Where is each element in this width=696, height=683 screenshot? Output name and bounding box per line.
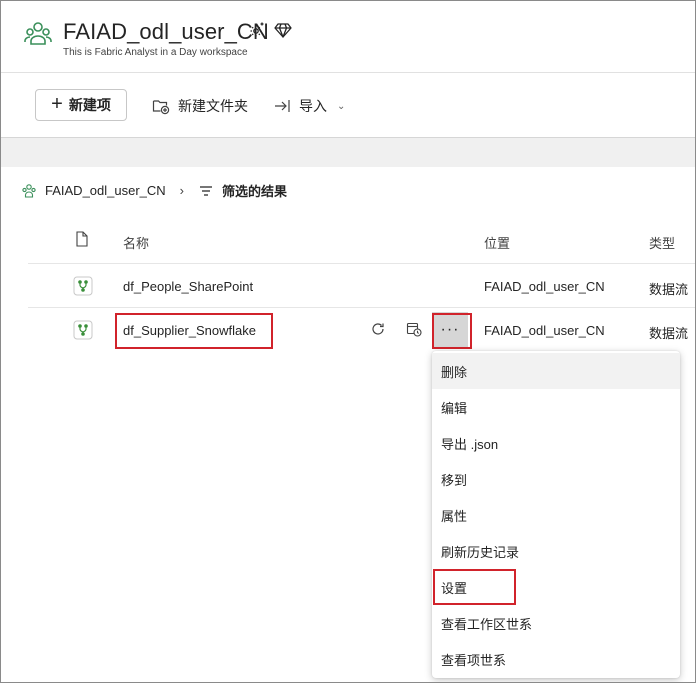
chevron-right-icon: › [179, 183, 185, 198]
filter-lines-icon [200, 185, 213, 196]
menu-item-view-item-lineage[interactable]: 查看项世系 [432, 641, 680, 677]
item-location: FAIAD_odl_user_CN [484, 279, 605, 294]
new-folder-icon [152, 100, 170, 115]
breadcrumb: FAIAD_odl_user_CN › 筛选的结果 [21, 181, 287, 200]
new-item-label: 新建项 [68, 97, 111, 113]
refresh-icon[interactable] [370, 321, 386, 337]
menu-item-edit[interactable]: 编辑 [432, 389, 680, 425]
workspace-header: FAIAD_odl_user_CN This is Fabric Analyst… [1, 1, 695, 73]
dataflow-icon [73, 320, 93, 340]
workspace-people-icon [24, 22, 52, 45]
context-menu: 删除 编辑 导出 .json 移到 属性 刷新历史记录 设置 查看工作区世系 查… [432, 351, 680, 678]
breadcrumb-workspace[interactable]: FAIAD_odl_user_CN [45, 183, 166, 198]
column-header-name[interactable]: 名称 [123, 233, 149, 252]
new-item-button[interactable]: + 新建项 [35, 89, 127, 121]
column-header-type[interactable]: 类型 [649, 233, 675, 252]
plus-icon: + [51, 93, 63, 115]
highlight-box [433, 569, 516, 605]
new-folder-button[interactable]: 新建文件夹 [152, 96, 248, 116]
item-type: 数据流 [649, 282, 689, 297]
workspace-title: FAIAD_odl_user_CN [63, 19, 269, 44]
banner-band [1, 137, 695, 167]
menu-item-delete[interactable]: 删除 [432, 353, 680, 389]
menu-item-export-json[interactable]: 导出 .json [432, 425, 680, 461]
menu-item-properties[interactable]: 属性 [432, 497, 680, 533]
column-header-location[interactable]: 位置 [484, 233, 510, 252]
item-location: FAIAD_odl_user_CN [484, 323, 605, 338]
app-window: FAIAD_odl_user_CN This is Fabric Analyst… [0, 0, 696, 683]
schedule-refresh-icon[interactable] [406, 321, 422, 337]
premium-diamond-icon[interactable] [274, 21, 292, 39]
workspace-subtitle: This is Fabric Analyst in a Day workspac… [63, 47, 248, 58]
item-name[interactable]: df_People_SharePoint [123, 279, 253, 294]
menu-item-refresh-history[interactable]: 刷新历史记录 [432, 533, 680, 569]
dataflow-icon [73, 276, 93, 296]
item-type: 数据流 [649, 326, 689, 341]
breadcrumb-filtered-results: 筛选的结果 [222, 184, 288, 199]
chevron-down-icon: ⌄ [337, 100, 346, 112]
menu-item-move-to[interactable]: 移到 [432, 461, 680, 497]
highlight-box [115, 313, 273, 349]
highlight-box [432, 313, 472, 349]
toolbar: + 新建项 新建文件夹 导入 ⌄ [1, 74, 695, 136]
workspace-badges [248, 21, 292, 39]
import-menu-button[interactable]: 导入 ⌄ [273, 96, 345, 116]
menu-item-view-workspace-lineage[interactable]: 查看工作区世系 [432, 605, 680, 641]
table-row[interactable]: df_People_SharePoint FAIAD_odl_user_CN 数… [28, 264, 695, 308]
workspace-people-icon [22, 183, 36, 198]
settings-sparkle-icon[interactable] [248, 21, 266, 39]
new-folder-label: 新建文件夹 [178, 98, 248, 114]
import-label: 导入 [299, 98, 327, 114]
file-type-icon [76, 231, 88, 247]
import-arrow-icon [275, 100, 290, 112]
